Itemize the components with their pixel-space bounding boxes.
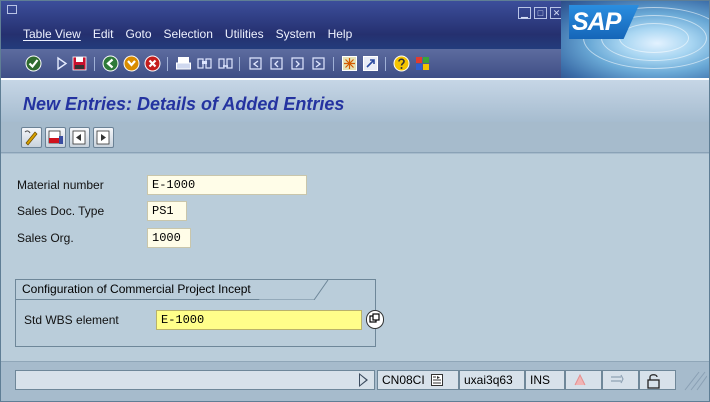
delete-button[interactable] xyxy=(45,127,66,148)
application-toolbar xyxy=(1,123,709,153)
delete-icon xyxy=(48,130,63,144)
command-field-arrow-icon[interactable] xyxy=(53,55,70,72)
print-icon[interactable] xyxy=(175,55,192,72)
shortcut-icon[interactable] xyxy=(362,55,379,72)
std-wbs-element-label: Std WBS element xyxy=(24,313,119,327)
sap-window: Table View Edit Goto Selection Utilities… xyxy=(0,0,710,402)
customize-layout-icon[interactable] xyxy=(414,55,431,72)
change-display-button[interactable] xyxy=(21,127,42,148)
create-session-icon[interactable] xyxy=(341,55,358,72)
status-icon-slot-3[interactable] xyxy=(639,370,676,390)
transaction-field[interactable]: CN08CI xyxy=(377,370,459,390)
window-controls: ▁ □ ✕ xyxy=(518,7,563,19)
menu: Table View Edit Goto Selection Utilities… xyxy=(23,27,352,41)
enter-icon[interactable] xyxy=(25,55,42,72)
menu-system[interactable]: System xyxy=(276,27,316,41)
menu-edit[interactable]: Edit xyxy=(93,27,114,41)
status-bar: CN08CI uxai3q63 INS xyxy=(1,361,709,401)
maximize-icon[interactable]: □ xyxy=(534,7,547,19)
previous-entry-icon xyxy=(72,130,86,145)
sales-doc-type-field[interactable]: PS1 xyxy=(147,201,187,221)
value-help-icon xyxy=(369,313,380,323)
resize-grip-icon[interactable] xyxy=(679,370,707,392)
sales-doc-type-label: Sales Doc. Type xyxy=(17,204,105,218)
first-page-icon[interactable] xyxy=(247,55,264,72)
find-next-icon[interactable] xyxy=(217,55,234,72)
menu-table-view[interactable]: Table View xyxy=(23,27,81,41)
insert-mode-field[interactable]: INS xyxy=(525,370,565,390)
next-page-icon[interactable] xyxy=(289,55,306,72)
exit-icon[interactable] xyxy=(123,55,140,72)
value-help-button[interactable] xyxy=(366,310,384,329)
std-wbs-element-field[interactable]: E-1000 xyxy=(156,310,362,330)
server-field: uxai3q63 xyxy=(459,370,525,390)
transaction-code: CN08CI xyxy=(382,373,425,387)
minimize-icon[interactable]: ▁ xyxy=(518,7,531,19)
connection-icon xyxy=(611,374,624,384)
page-title: New Entries: Details of Added Entries xyxy=(23,94,345,114)
transaction-list-icon[interactable] xyxy=(431,374,444,386)
material-number-field[interactable]: E-1000 xyxy=(147,175,307,195)
system-menu-icon[interactable] xyxy=(7,5,17,14)
next-entry-icon xyxy=(96,130,110,145)
material-number-label: Material number xyxy=(17,178,104,192)
last-page-icon[interactable] xyxy=(310,55,327,72)
sales-org-label: Sales Org. xyxy=(17,231,74,245)
group-tab-outline xyxy=(16,280,329,300)
menu-selection[interactable]: Selection xyxy=(164,27,213,41)
previous-entry-button[interactable] xyxy=(69,127,90,148)
configuration-group: Configuration of Commercial Project Ince… xyxy=(15,279,384,347)
status-icon-slot-2 xyxy=(602,370,639,390)
previous-page-icon[interactable] xyxy=(268,55,285,72)
screen-content: Material number E-1000 Sales Doc. Type P… xyxy=(1,154,709,361)
lock-icon xyxy=(647,374,660,389)
menu-goto[interactable]: Goto xyxy=(126,27,152,41)
status-icon-slot-1 xyxy=(565,370,602,390)
system-info-icon xyxy=(574,373,586,386)
status-message-area xyxy=(15,370,375,390)
status-expand-icon[interactable] xyxy=(359,373,368,387)
help-icon[interactable] xyxy=(393,55,410,72)
menu-utilities[interactable]: Utilities xyxy=(225,27,264,41)
find-icon[interactable] xyxy=(196,55,213,72)
standard-toolbar xyxy=(1,49,561,78)
sales-org-field[interactable]: 1000 xyxy=(147,228,191,248)
save-icon[interactable] xyxy=(71,55,88,72)
change-display-icon xyxy=(24,130,38,146)
menu-help[interactable]: Help xyxy=(328,27,353,41)
back-icon[interactable] xyxy=(102,55,119,72)
screen-title-bar: New Entries: Details of Added Entries xyxy=(1,78,709,122)
next-entry-button[interactable] xyxy=(93,127,114,148)
cancel-icon[interactable] xyxy=(144,55,161,72)
